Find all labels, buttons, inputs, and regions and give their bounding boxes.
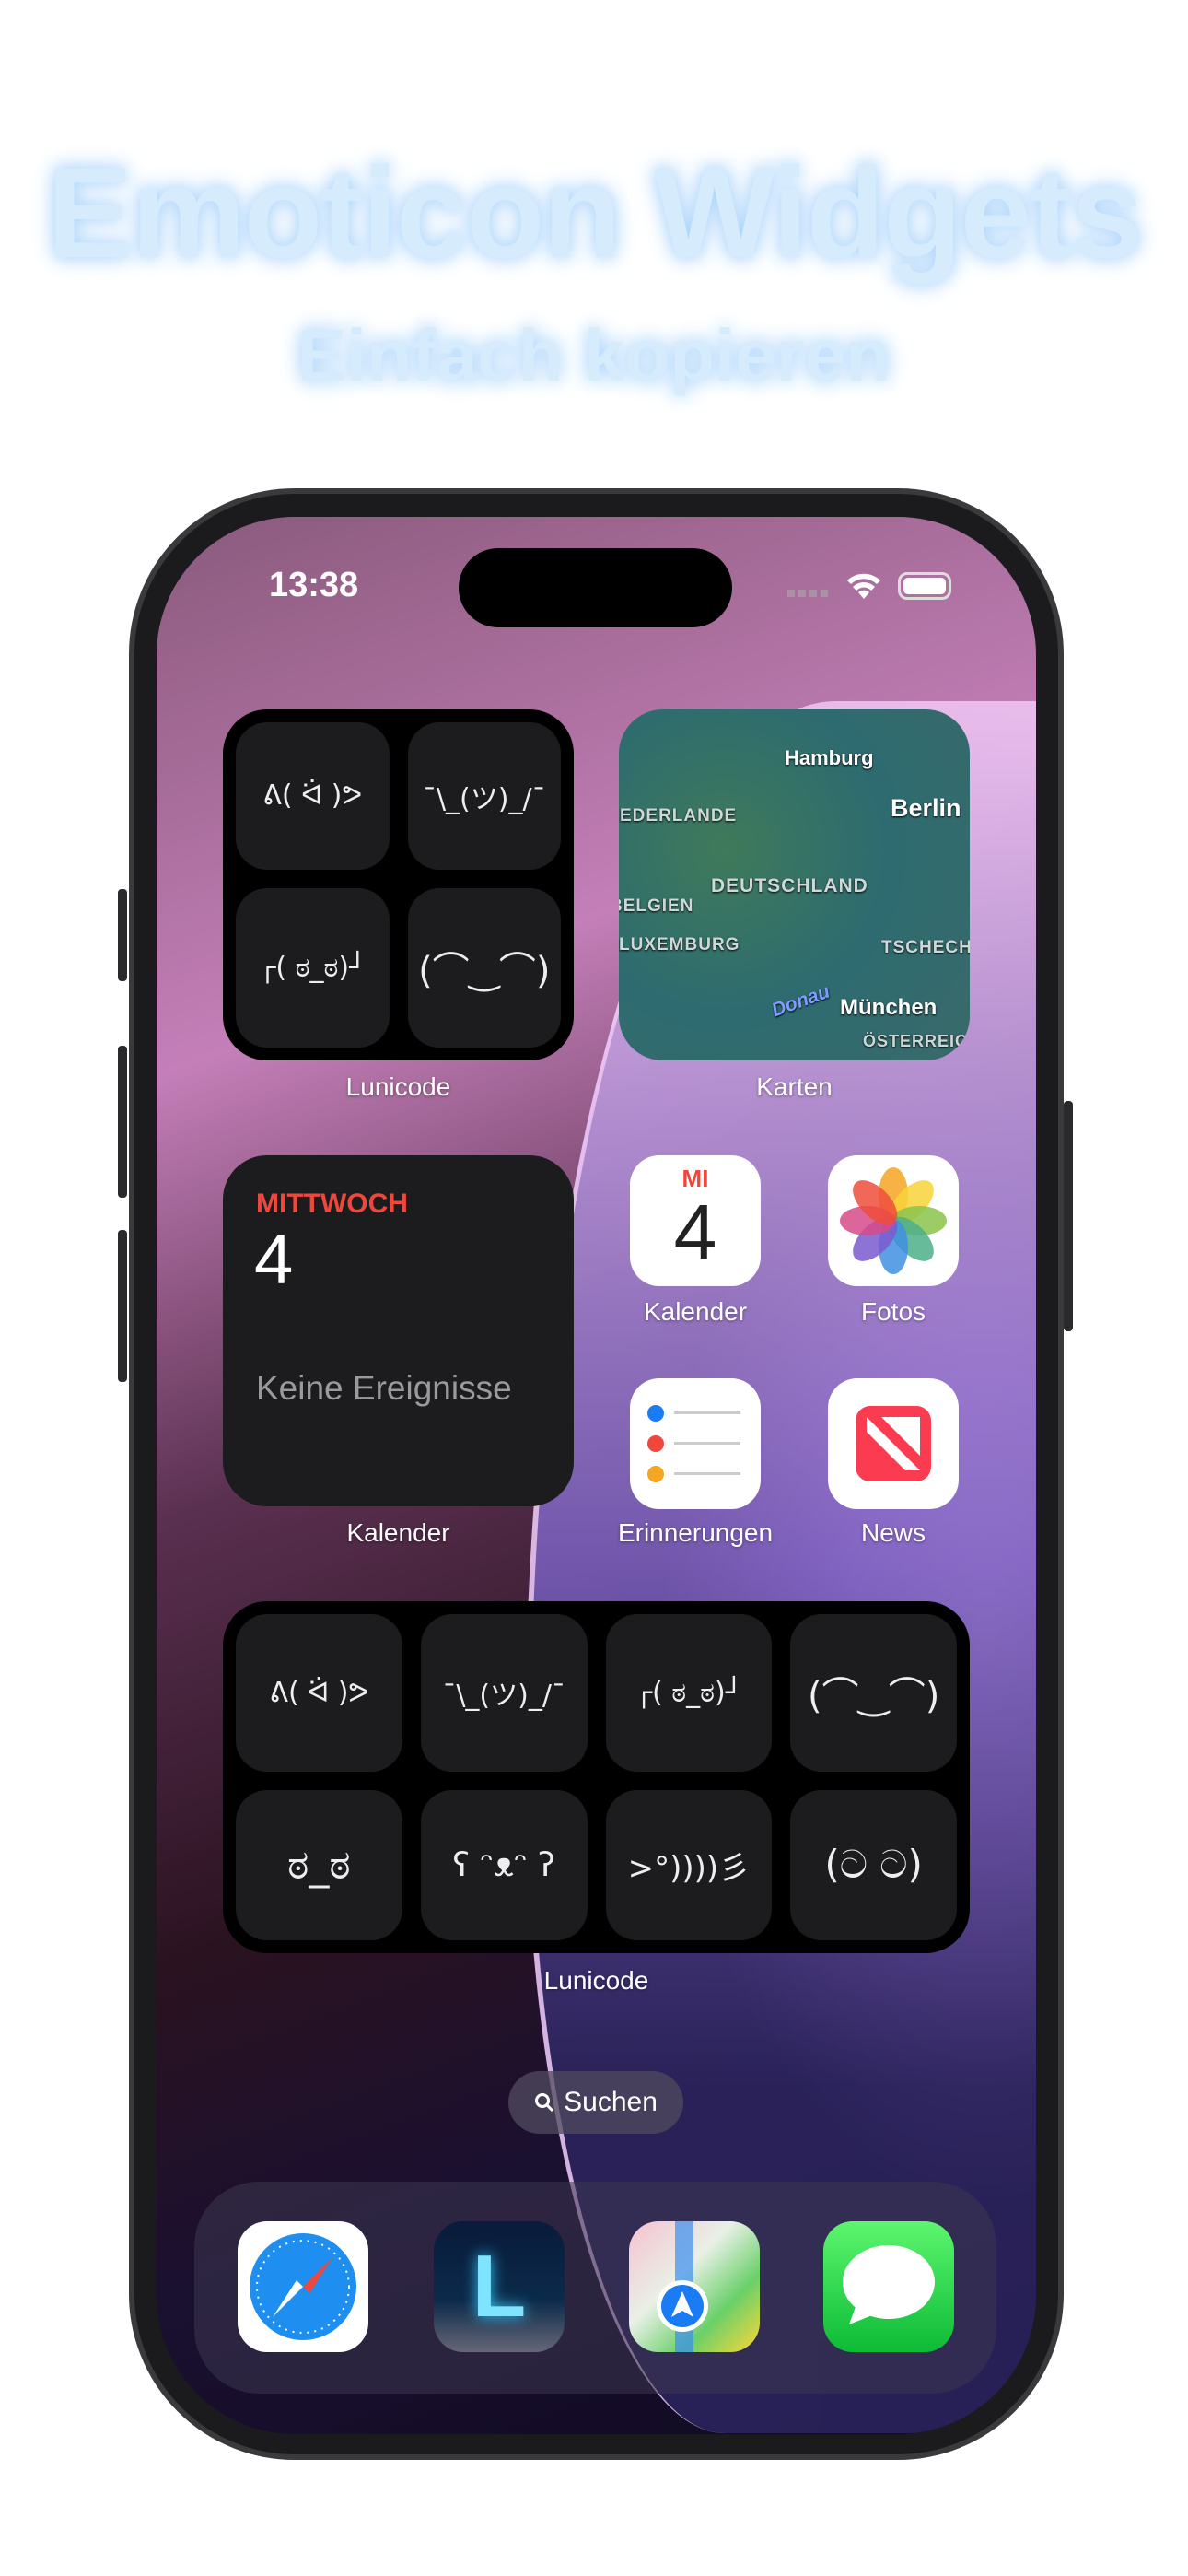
volume-up-button xyxy=(118,1046,127,1198)
status-time: 13:38 xyxy=(269,566,359,604)
calendar-empty-text: Keine Ereignisse xyxy=(256,1369,512,1407)
emoticon-tile[interactable]: ┌( ಠ_ಠ)┘ xyxy=(236,887,390,1048)
emoticon-tile[interactable]: ಠ_ಠ xyxy=(236,1789,402,1940)
search-label: Suchen xyxy=(564,2087,658,2117)
emoticon-tile[interactable]: ┌( ಠ_ಠ)┘ xyxy=(605,1614,773,1772)
widget-label: Kalender xyxy=(346,1518,450,1547)
map-place: Berlin xyxy=(891,794,961,822)
news-icon xyxy=(856,1406,931,1481)
signal-icon xyxy=(787,590,830,597)
emoticon-tile[interactable]: ¯\_(ツ)_/¯ xyxy=(407,722,561,870)
emoticon-tile[interactable]: ᕕ( ᐛ )ᕗ xyxy=(236,1614,402,1772)
map-place: BELGIEN xyxy=(619,896,694,916)
safari-app-icon[interactable] xyxy=(238,2221,368,2352)
volume-down-button xyxy=(118,1230,127,1382)
emoticon-tile[interactable]: >°))))彡 xyxy=(605,1789,773,1940)
maps-icon xyxy=(657,2221,708,2352)
widget-label: Karten xyxy=(756,1072,833,1101)
app-label: News xyxy=(860,1518,926,1547)
lunicode-widget-large[interactable]: ᕕ( ᐛ )ᕗ ¯\_(ツ)_/¯ ┌( ಠ_ಠ)┘ (⌒‿⌒) ಠ_ಠ ʕ ᵔ… xyxy=(223,1601,970,1953)
messages-icon xyxy=(843,2245,935,2324)
lunicode-icon: L xyxy=(472,2237,527,2336)
emoticon-tile[interactable]: (ට ට) xyxy=(790,1789,957,1940)
promo-subtitle: Einfach kopieren xyxy=(297,314,891,396)
wifi-icon xyxy=(847,573,880,599)
lunicode-widget-small[interactable]: ᕕ( ᐛ )ᕗ ¯\_(ツ)_/¯ ┌( ಠ_ಠ)┘ (⌒‿⌒) xyxy=(223,709,574,1060)
safari-icon xyxy=(250,2233,356,2340)
reminders-icon xyxy=(647,1405,740,1482)
emoticon-tile[interactable]: ¯\_(ツ)_/¯ xyxy=(420,1614,588,1772)
emoticon-tile[interactable]: (⌒‿⌒) xyxy=(407,887,561,1048)
map-place: LUXEMBURG xyxy=(619,935,740,954)
promo-title: Emoticon Widgets xyxy=(47,140,1143,285)
map-place: Hamburg xyxy=(785,746,874,769)
app-label: Fotos xyxy=(860,1297,926,1326)
calendar-icon-day: 4 xyxy=(673,1188,717,1275)
reminders-app-icon[interactable] xyxy=(630,1378,761,1509)
calendar-widget[interactable]: MITTWOCH 4 Keine Ereignisse xyxy=(223,1155,574,1506)
map-place: TSCHECHIEN xyxy=(881,938,970,957)
map-place: DEUTSCHLAND xyxy=(711,875,868,896)
messages-app-icon[interactable] xyxy=(823,2221,954,2352)
news-app-icon[interactable] xyxy=(828,1378,959,1509)
maps-app-icon[interactable] xyxy=(629,2221,760,2352)
calendar-app-icon[interactable]: MI 4 xyxy=(630,1155,761,1286)
app-label: Kalender xyxy=(643,1297,748,1326)
dynamic-island xyxy=(459,548,732,627)
map-place: München xyxy=(840,995,938,1020)
search-icon xyxy=(535,2093,554,2113)
power-button xyxy=(1064,1101,1073,1331)
maps-widget[interactable]: Hamburg Berlin DEUTSCHLAND NIEDERLANDE B… xyxy=(619,709,970,1060)
widget-label: Lunicode xyxy=(543,1966,649,1995)
action-button xyxy=(118,889,127,981)
battery-icon xyxy=(898,572,951,600)
emoticon-tile[interactable]: (⌒‿⌒) xyxy=(790,1614,957,1772)
emoticon-tile[interactable]: ʕ ᵔᴥᵔ ʔ xyxy=(420,1789,588,1940)
map-place: NIEDERLANDE xyxy=(619,806,738,825)
widget-label: Lunicode xyxy=(345,1072,451,1101)
app-label: Erinnerungen xyxy=(617,1518,774,1547)
calendar-weekday: MITTWOCH xyxy=(256,1188,408,1219)
map-river: Donau xyxy=(768,980,833,1022)
map-place: ÖSTERREICH xyxy=(863,1032,970,1050)
photos-app-icon[interactable] xyxy=(828,1155,959,1286)
emoticon-tile[interactable]: ᕕ( ᐛ )ᕗ xyxy=(236,722,390,870)
photos-icon xyxy=(840,1167,947,1274)
search-button[interactable]: Suchen xyxy=(508,2071,683,2134)
lunicode-app-icon[interactable]: L xyxy=(434,2221,565,2352)
calendar-day: 4 xyxy=(254,1221,294,1299)
